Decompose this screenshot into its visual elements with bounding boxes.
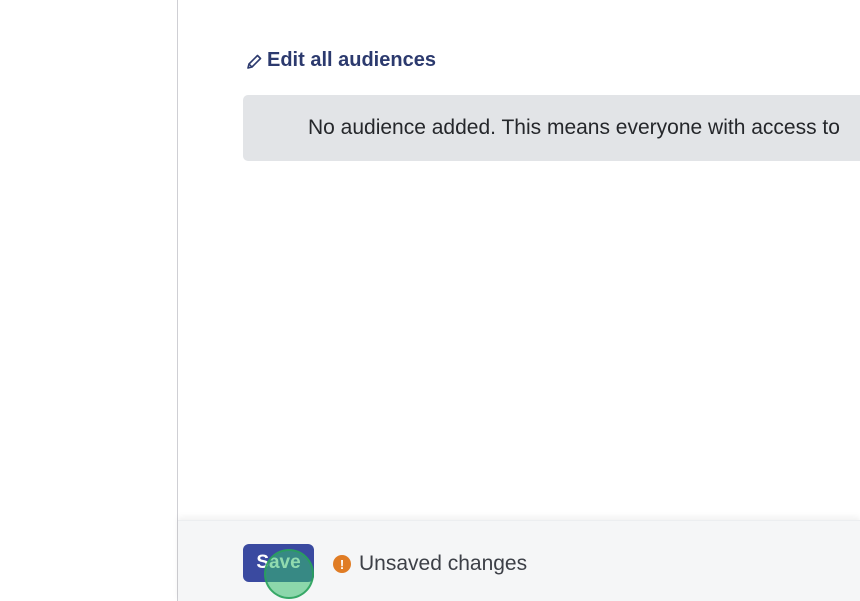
- unsaved-changes-status: ! Unsaved changes: [333, 551, 527, 577]
- edit-all-audiences-link[interactable]: Edit all audiences: [245, 46, 436, 74]
- save-footer: Save ! Unsaved changes: [178, 520, 860, 601]
- main-content: Edit all audiences No audience added. Th…: [178, 0, 860, 601]
- edit-all-audiences-label: Edit all audiences: [267, 48, 436, 71]
- page: Edit all audiences No audience added. Th…: [0, 0, 860, 601]
- save-button[interactable]: Save: [243, 544, 314, 582]
- pencil-icon: [245, 53, 263, 71]
- left-panel: [0, 0, 178, 601]
- warning-icon: !: [333, 555, 351, 573]
- empty-audience-notice: No audience added. This means everyone w…: [243, 95, 860, 161]
- empty-audience-text: No audience added. This means everyone w…: [308, 116, 840, 139]
- unsaved-changes-text: Unsaved changes: [359, 552, 528, 575]
